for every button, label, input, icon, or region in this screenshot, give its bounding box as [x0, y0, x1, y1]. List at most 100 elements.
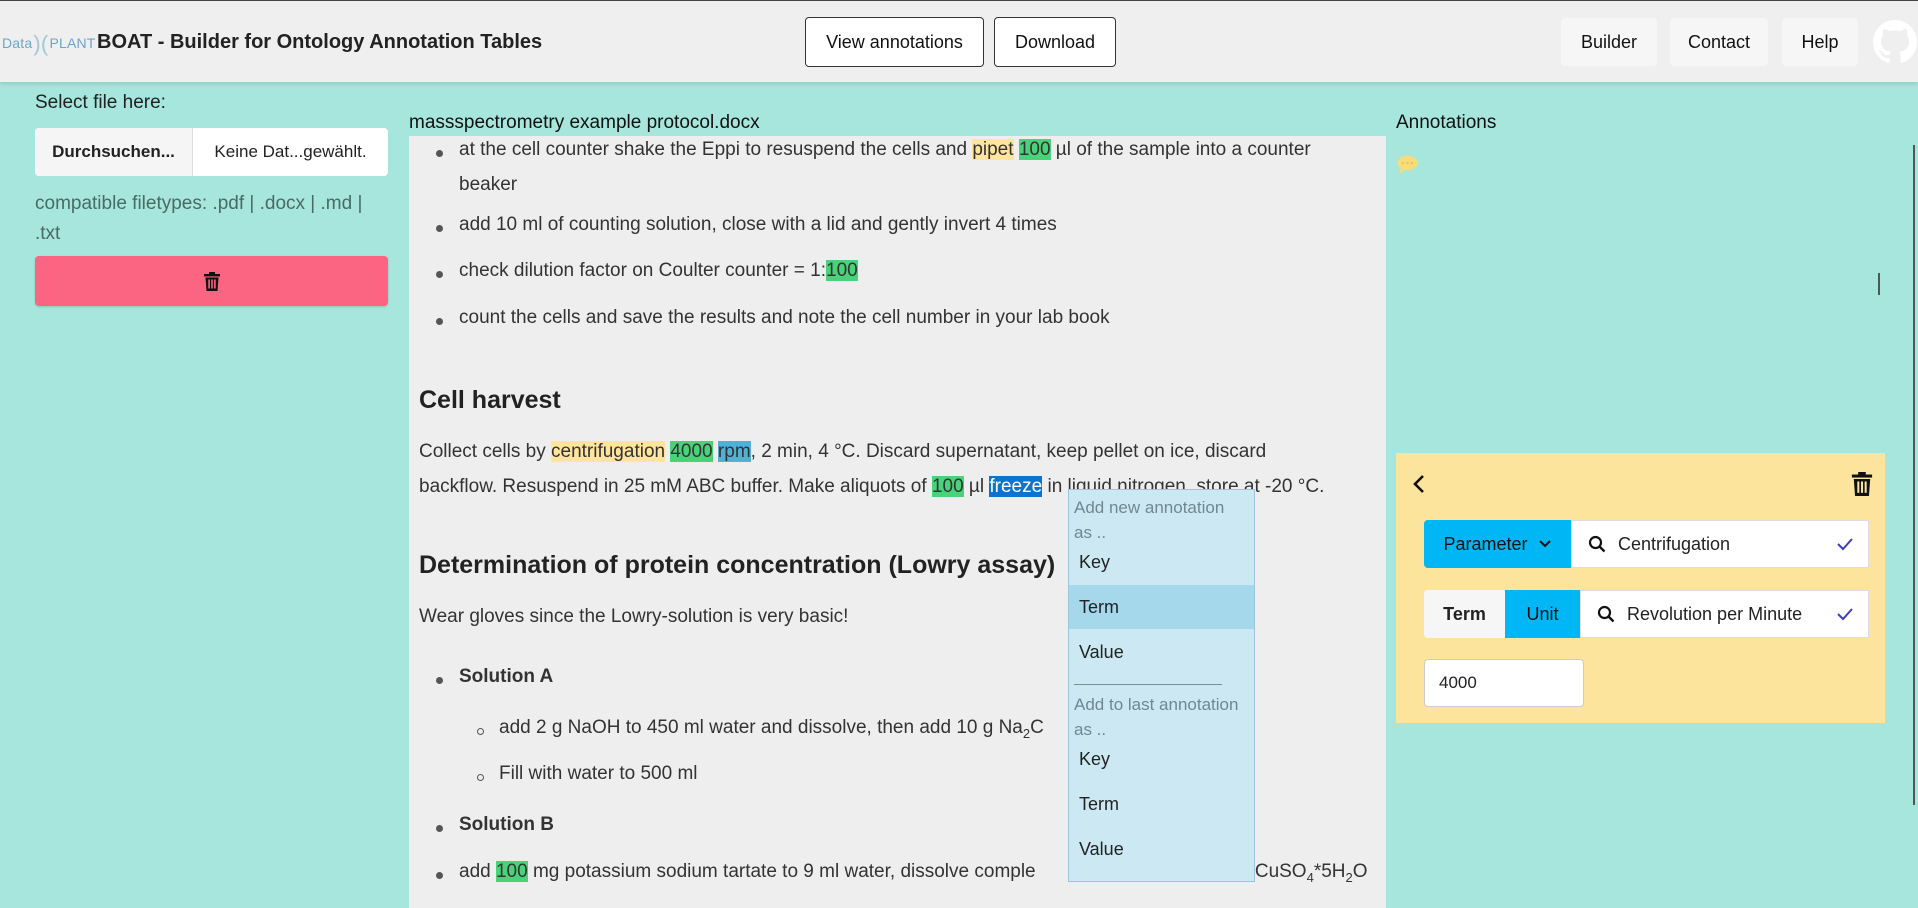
context-header-last-line1: Add to last annotation [1074, 695, 1239, 714]
annotation-type-select[interactable]: Parameter [1424, 520, 1571, 568]
list-item-solution-a: Solution A [459, 666, 554, 687]
text-run: Collect cells by [419, 441, 551, 462]
document-filename: massspectrometry example protocol.docx [409, 112, 760, 133]
dataplant-logo[interactable]: Data)(PLANT [2, 31, 96, 57]
selected-file-name: Keine Dat...gewählt. [214, 142, 367, 161]
highlight-pipet[interactable]: pipet [972, 139, 1014, 160]
chevron-left-icon[interactable] [1408, 472, 1432, 496]
key-term-search-field[interactable]: Centrifugation [1571, 520, 1869, 568]
text-run: , 2 min, 4 °C. Discard supernatant, keep… [750, 441, 1267, 462]
highlight-centrifugation[interactable]: centrifugation [551, 441, 666, 462]
delete-file-button[interactable] [35, 256, 388, 306]
chevron-down-icon [1538, 540, 1551, 548]
bullet [436, 150, 443, 157]
nav-contact-link[interactable]: Contact [1670, 18, 1768, 66]
list-item: add 10 ml of counting solution, close wi… [459, 214, 1057, 235]
selected-text-freeze[interactable]: freeze [989, 476, 1043, 497]
nav-help-link[interactable]: Help [1782, 18, 1858, 66]
text-run: *5H [1313, 861, 1346, 882]
subscript: 4 [1306, 869, 1314, 885]
bullet [436, 677, 443, 684]
section-heading-lowry: Determination of protein concentration (… [419, 551, 1056, 579]
highlight-4000[interactable]: 4000 [670, 441, 713, 462]
menu-item-last-term[interactable]: Term [1069, 782, 1254, 826]
list-item-continuation: beaker [459, 174, 518, 195]
text-run: add 2 g NaOH to 450 ml water and dissolv… [499, 717, 1023, 738]
menu-item-last-value[interactable]: Value [1069, 827, 1254, 871]
menu-item-new-term[interactable]: Term [1069, 585, 1254, 629]
file-input[interactable]: Durchsuchen... Keine Dat...gewählt. [35, 128, 388, 176]
context-header-last: Add to last annotation as .. [1074, 692, 1238, 742]
highlight-rpm[interactable]: rpm [717, 441, 751, 462]
compatible-filetypes: compatible filetypes: .pdf | .docx | .md… [35, 189, 395, 249]
download-button[interactable]: Download [994, 17, 1116, 67]
text-run: at the cell counter shake the Eppi to re… [459, 139, 973, 160]
highlight-100[interactable]: 100 [1018, 139, 1051, 160]
context-header-new-line1: Add new annotation [1074, 498, 1225, 517]
unit-search-field[interactable]: Revolution per Minute [1580, 590, 1869, 638]
scroll-indicator [1878, 273, 1880, 295]
bullet [436, 872, 443, 879]
menu-item-last-key[interactable]: Key [1069, 737, 1254, 781]
text-run: µl [963, 476, 990, 497]
check-icon [1836, 537, 1854, 551]
text-run: µl of the sample into a counter [1050, 139, 1311, 160]
navbar: Data)(PLANT BOAT - Builder for Ontology … [0, 0, 1918, 82]
sub-bullet [477, 774, 484, 781]
tab-term[interactable]: Term [1424, 590, 1505, 638]
trash-icon[interactable] [1850, 472, 1874, 496]
nav-builder-link[interactable]: Builder [1561, 18, 1657, 66]
menu-item-new-key[interactable]: Key [1069, 540, 1254, 584]
sub-list-item: add 2 g NaOH to 450 ml water and dissolv… [499, 710, 1044, 751]
select-file-label: Select file here: [35, 92, 166, 113]
search-icon [1597, 605, 1615, 623]
list-item-tail: g CuSO4*5H2O [1239, 854, 1368, 895]
logo-text-plant: PLANT [49, 35, 96, 51]
highlight-100[interactable]: 100 [931, 476, 964, 497]
logo-x-glyph: )( [33, 31, 49, 56]
text-run: mg potassium sodium tartate to 9 ml wate… [527, 861, 1036, 882]
text-run: backflow. Resuspend in 25 mM ABC buffer.… [419, 476, 932, 497]
app-title: BOAT - Builder for Ontology Annotation T… [97, 31, 543, 53]
paragraph-lowry-intro: Wear gloves since the Lowry-solution is … [419, 606, 849, 627]
comment-icon[interactable] [1397, 155, 1418, 174]
menu-item-new-value[interactable]: Value [1069, 630, 1254, 674]
browse-button[interactable]: Durchsuchen... [35, 128, 193, 176]
annotation-context-menu: Add new annotation as .. Key Term Value … [1068, 489, 1255, 882]
paragraph-cell-harvest: Collect cells by centrifugation 4000 rpm… [419, 434, 1384, 469]
highlight-100[interactable]: 100 [826, 260, 858, 281]
check-icon [1836, 607, 1854, 621]
text-run: C [1030, 717, 1044, 738]
list-item: count the cells and save the results and… [459, 307, 1110, 328]
bullet [436, 271, 443, 278]
list-item: at the cell counter shake the Eppi to re… [459, 136, 1311, 167]
logo-text-data: Data [2, 35, 33, 51]
context-header-new: Add new annotation as .. [1074, 495, 1224, 545]
bullet [436, 825, 443, 832]
text-run: O [1352, 861, 1368, 882]
menu-divider [1074, 684, 1222, 685]
list-item: check dilution factor on Coulter counter… [459, 253, 858, 288]
view-annotations-button[interactable]: View annotations [805, 17, 984, 67]
trash-icon [203, 271, 220, 291]
highlight-100[interactable]: 100 [495, 861, 528, 882]
text-run: check dilution factor on Coulter counter… [459, 260, 827, 281]
search-icon [1588, 535, 1606, 553]
filetypes-line-1: compatible filetypes: .pdf | .docx | .md… [35, 193, 363, 214]
page-scrollbar[interactable] [1913, 145, 1915, 805]
bullet [436, 318, 443, 325]
annotation-value-input[interactable] [1424, 659, 1584, 707]
text-run: add [459, 861, 496, 882]
key-term-value: Centrifugation [1618, 533, 1731, 554]
annotations-title: Annotations [1396, 112, 1497, 133]
filetypes-line-2: .txt [35, 223, 61, 244]
sub-bullet [477, 728, 484, 735]
sub-list-item: Fill with water to 500 ml [499, 763, 698, 784]
annotation-type-label: Parameter [1443, 533, 1528, 554]
tab-unit[interactable]: Unit [1505, 590, 1580, 638]
subscript: 2 [1345, 869, 1353, 885]
bullet [436, 225, 443, 232]
section-heading-cell-harvest: Cell harvest [419, 386, 561, 414]
github-icon[interactable] [1873, 20, 1917, 64]
list-item-solution-b: Solution B [459, 814, 554, 835]
